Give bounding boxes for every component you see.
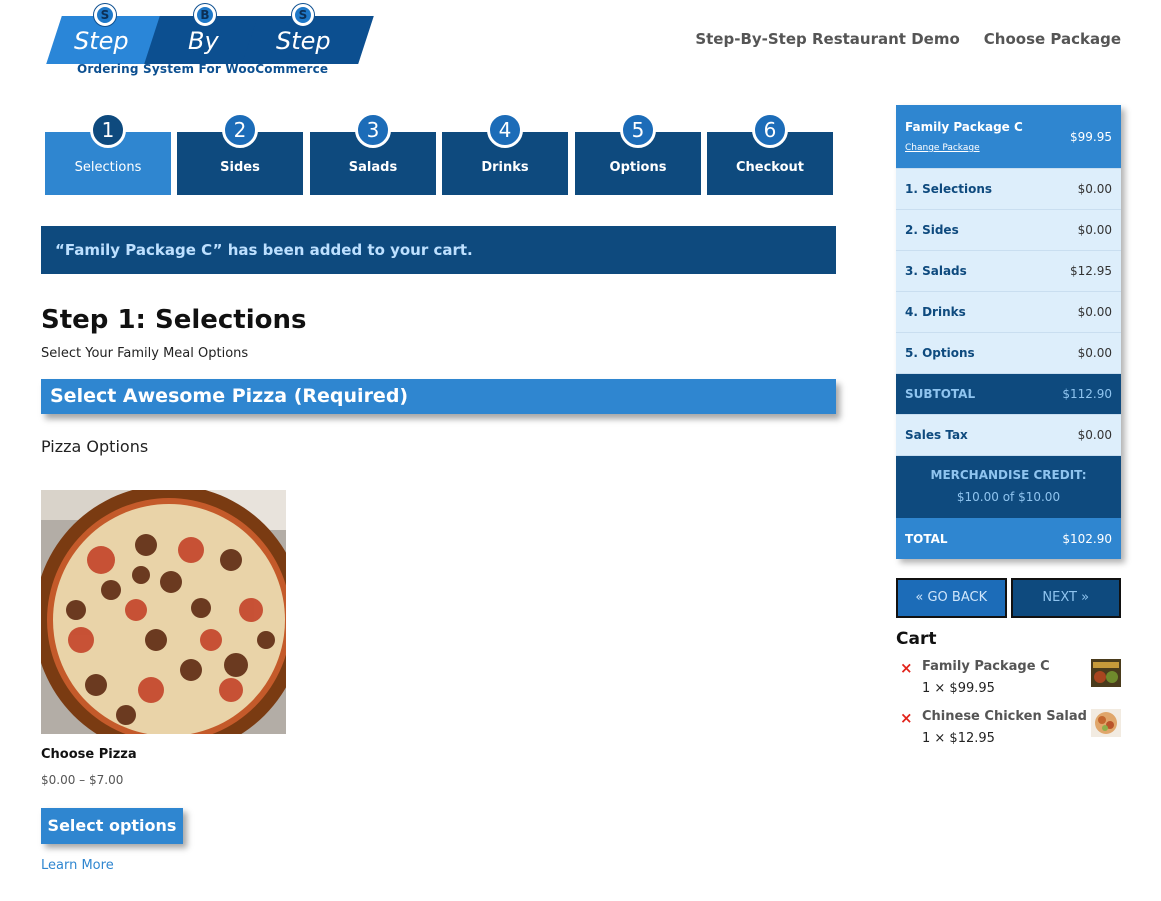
remove-item-icon[interactable]: × <box>900 659 913 677</box>
step-progress: 1 Selections 2 Sides 3 Salads 4 Drinks 5… <box>45 112 835 196</box>
page-subtitle: Select Your Family Meal Options <box>41 346 249 361</box>
summary-row: 1. Selections $0.00 <box>896 169 1121 210</box>
step-number: 5 <box>620 112 656 148</box>
package-thumbnail-image <box>1091 659 1121 687</box>
step-number: 3 <box>355 112 391 148</box>
step-number: 2 <box>222 112 258 148</box>
summary-row-label: 1. Selections <box>905 182 993 196</box>
step-nav-buttons: « GO BACK NEXT » <box>896 578 1121 618</box>
tax-value: $0.00 <box>1077 428 1112 442</box>
change-package-link[interactable]: Change Package <box>905 143 1023 153</box>
step-label: Checkout <box>735 160 804 175</box>
step-label: Sides <box>220 160 260 175</box>
cart-item-name[interactable]: Chinese Chicken Salad <box>922 709 1087 724</box>
logo-badge: S <box>94 4 116 26</box>
section-title: Select Awesome Pizza (Required) <box>41 379 836 414</box>
pizza-photo <box>41 490 286 734</box>
summary-row-value: $0.00 <box>1077 223 1112 237</box>
summary-row: 4. Drinks $0.00 <box>896 292 1121 333</box>
logo-word: Step <box>276 27 331 55</box>
summary-row-value: $0.00 <box>1077 305 1112 319</box>
nav-link-choose-package[interactable]: Choose Package <box>984 30 1121 48</box>
select-options-button[interactable]: Select options <box>41 808 183 844</box>
next-button[interactable]: NEXT » <box>1010 578 1121 618</box>
main-nav: Step-By-Step Restaurant Demo Choose Pack… <box>695 30 1121 48</box>
summary-row: 2. Sides $0.00 <box>896 210 1121 251</box>
step-label: Selections <box>74 160 142 175</box>
logo-badge: B <box>194 4 216 26</box>
total-label: TOTAL <box>905 531 948 546</box>
package-price: $99.95 <box>1070 129 1112 144</box>
product-price: $0.00 – $7.00 <box>41 773 124 787</box>
step-number: 4 <box>487 112 523 148</box>
summary-package-row: Family Package C Change Package $99.95 <box>896 105 1121 169</box>
step-selections[interactable]: 1 Selections <box>45 112 171 195</box>
cart-item: × Chinese Chicken Salad 1 × $12.95 <box>896 709 1121 753</box>
cart-item-name[interactable]: Family Package C <box>922 659 1050 674</box>
merchandise-credit: MERCHANDISE CREDIT: $10.00 of $10.00 <box>896 456 1121 518</box>
remove-item-icon[interactable]: × <box>900 709 913 727</box>
summary-row-label: 4. Drinks <box>905 305 966 319</box>
step-label: Salads <box>348 160 398 175</box>
nav-link-demo[interactable]: Step-By-Step Restaurant Demo <box>695 30 959 48</box>
credit-label: MERCHANDISE CREDIT: <box>930 468 1087 482</box>
summary-row-value: $0.00 <box>1077 346 1112 360</box>
pizza-image[interactable] <box>41 490 286 734</box>
cart-item-quantity: 1 × $12.95 <box>922 731 995 746</box>
step-salads[interactable]: 3 Salads <box>310 112 436 195</box>
step-drinks[interactable]: 4 Drinks <box>442 112 568 195</box>
product-name[interactable]: Choose Pizza <box>41 747 137 762</box>
summary-row-label: 3. Salads <box>905 264 967 278</box>
site-logo[interactable]: Step By Step S B S Ordering System For W… <box>46 4 374 80</box>
summary-total-row: TOTAL $102.90 <box>896 518 1121 559</box>
go-back-button[interactable]: « GO BACK <box>896 578 1007 618</box>
cart-title: Cart <box>896 629 937 649</box>
summary-row-label: 2. Sides <box>905 223 959 237</box>
summary-row-value: $12.95 <box>1070 264 1112 278</box>
options-label: Pizza Options <box>41 437 149 456</box>
total-value: $102.90 <box>1062 531 1112 546</box>
logo-tagline: Ordering System For WooCommerce <box>77 62 329 76</box>
summary-tax-row: Sales Tax $0.00 <box>896 415 1121 456</box>
summary-subtotal-row: SUBTOTAL $112.90 <box>896 374 1121 415</box>
order-summary: Family Package C Change Package $99.95 1… <box>896 105 1121 559</box>
step-number: 6 <box>752 112 788 148</box>
subtotal-value: $112.90 <box>1062 387 1112 401</box>
cart-notice: “Family Package C” has been added to you… <box>41 226 836 274</box>
tax-label: Sales Tax <box>905 428 968 442</box>
step-sides[interactable]: 2 Sides <box>177 112 303 195</box>
summary-row: 3. Salads $12.95 <box>896 251 1121 292</box>
step-options[interactable]: 5 Options <box>575 112 701 195</box>
logo-badge: S <box>292 4 314 26</box>
package-name: Family Package C <box>905 120 1023 134</box>
salad-thumbnail-image <box>1091 709 1121 737</box>
cart-item-quantity: 1 × $99.95 <box>922 681 995 696</box>
logo-word: Step <box>74 27 129 55</box>
credit-value: $10.00 of $10.00 <box>956 490 1061 504</box>
summary-row: 5. Options $0.00 <box>896 333 1121 374</box>
summary-row-value: $0.00 <box>1077 182 1112 196</box>
logo-word: By <box>188 27 219 55</box>
cart-item: × Family Package C 1 × $99.95 <box>896 659 1121 703</box>
step-number: 1 <box>90 112 126 148</box>
page-title: Step 1: Selections <box>41 305 307 335</box>
step-label: Options <box>609 160 667 175</box>
step-checkout[interactable]: 6 Checkout <box>707 112 833 195</box>
cart-item-thumbnail[interactable] <box>1091 659 1121 687</box>
learn-more-link[interactable]: Learn More <box>41 858 114 873</box>
summary-row-label: 5. Options <box>905 346 975 360</box>
cart-item-thumbnail[interactable] <box>1091 709 1121 737</box>
step-label: Drinks <box>481 160 529 175</box>
subtotal-label: SUBTOTAL <box>905 387 976 401</box>
